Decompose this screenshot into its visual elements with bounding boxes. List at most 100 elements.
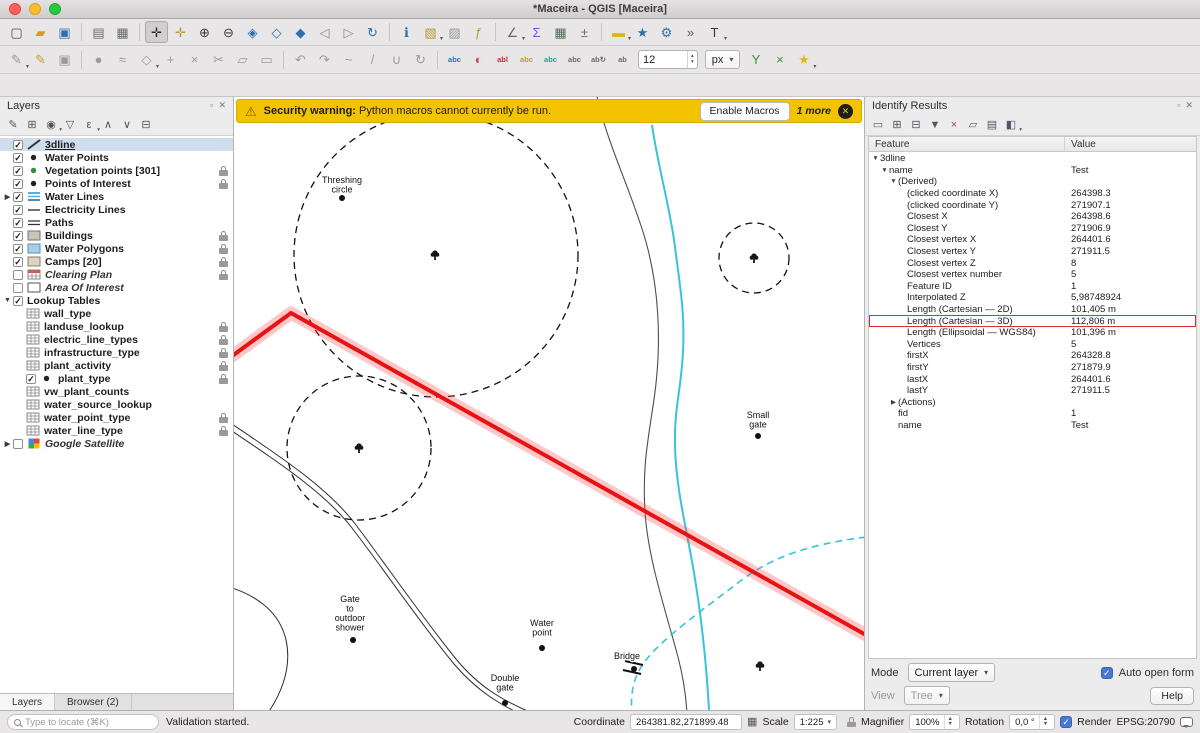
- maximize-window-button[interactable]: [49, 3, 61, 15]
- layer-item-points-of-interest[interactable]: ✓Points of Interest: [0, 177, 233, 190]
- layer-visibility-checkbox[interactable]: ✓: [13, 166, 23, 176]
- add-group-icon[interactable]: ⊞: [23, 116, 41, 134]
- move-label-icon[interactable]: abc: [563, 49, 586, 71]
- layer-item-electric-line-types[interactable]: electric_line_types: [0, 333, 233, 346]
- identify-row[interactable]: lastY271911.5: [869, 385, 1196, 397]
- layer-visibility-checkbox[interactable]: ✓: [13, 192, 23, 202]
- layer-visibility-checkbox[interactable]: [13, 283, 23, 293]
- expand-all-icon[interactable]: ∧: [99, 116, 117, 134]
- label-font-size-spinbox[interactable]: ▴▾: [638, 50, 698, 69]
- delete-selected-icon[interactable]: ×: [183, 49, 206, 71]
- identify-row[interactable]: Closest vertex Y271911.5: [869, 246, 1196, 258]
- select-by-expression-icon[interactable]: ƒ: [467, 21, 490, 43]
- open-layer-styling-icon[interactable]: ✎: [4, 116, 22, 134]
- spin-buttons[interactable]: ▲▼: [944, 715, 954, 729]
- add-line-feature-icon[interactable]: ≈: [111, 49, 134, 71]
- labeling-rules-icon[interactable]: abl: [491, 49, 514, 71]
- layer-visibility-checkbox[interactable]: ✓: [13, 257, 23, 267]
- column-value[interactable]: Value: [1065, 139, 1096, 150]
- paste-features-icon[interactable]: ▭: [255, 49, 278, 71]
- vertex-tool-icon[interactable]: ◇▾: [135, 49, 158, 71]
- statistical-summary-icon[interactable]: Σ: [525, 21, 548, 43]
- enable-tracing-icon[interactable]: Y: [744, 49, 767, 71]
- identify-row[interactable]: ▼3dline: [869, 153, 1196, 165]
- highlight-pinned-labels-icon[interactable]: abc: [539, 49, 562, 71]
- zoom-next-icon[interactable]: ▷: [337, 21, 360, 43]
- expander-icon[interactable]: ▼: [880, 167, 889, 174]
- layer-item-water-line-type[interactable]: water_line_type: [0, 424, 233, 437]
- column-feature[interactable]: Feature: [869, 137, 1065, 151]
- field-calculator-icon[interactable]: ±: [573, 21, 596, 43]
- identify-row[interactable]: lastX264401.6: [869, 373, 1196, 385]
- scale-combo[interactable]: 1:225 ▾: [794, 714, 837, 730]
- crs-indicator[interactable]: EPSG:20790: [1117, 717, 1175, 728]
- locator-search[interactable]: [7, 714, 159, 730]
- rotate-label-icon[interactable]: ab↻: [587, 49, 610, 71]
- layer-diagram-icon[interactable]: ◐: [467, 49, 490, 71]
- cut-features-icon[interactable]: ✂: [207, 49, 230, 71]
- zoom-last-icon[interactable]: ◁: [313, 21, 336, 43]
- label-font-size-input[interactable]: [639, 54, 687, 66]
- identify-row[interactable]: Length (Ellipsoidal — WGS84)101,396 m: [869, 327, 1196, 339]
- render-checkbox[interactable]: ✓: [1060, 716, 1072, 728]
- identify-row[interactable]: Feature ID1: [869, 281, 1196, 293]
- current-edits-icon[interactable]: ✎▾: [5, 49, 28, 71]
- identify-row[interactable]: Closest vertex number5: [869, 269, 1196, 281]
- spin-buttons[interactable]: ▲▼: [1039, 715, 1049, 729]
- layer-visibility-checkbox[interactable]: ✓: [13, 153, 23, 163]
- toggle-editing-icon[interactable]: ✎: [29, 49, 52, 71]
- layer-item-lookup-tables[interactable]: ▼✓Lookup Tables: [0, 294, 233, 307]
- layer-visibility-checkbox[interactable]: ✓: [13, 244, 23, 254]
- expander-icon[interactable]: ▶: [2, 440, 13, 448]
- layer-visibility-checkbox[interactable]: ✓: [13, 296, 23, 306]
- zoom-in-icon[interactable]: ⊕: [193, 21, 216, 43]
- minimize-window-button[interactable]: [29, 3, 41, 15]
- identify-row[interactable]: ▶(Actions): [869, 396, 1196, 408]
- magnifier-spinbox[interactable]: 100% ▲▼: [909, 714, 960, 730]
- text-annotation-icon[interactable]: T▾: [703, 21, 726, 43]
- identify-row[interactable]: Closest Y271906.9: [869, 223, 1196, 235]
- zoom-to-layer-icon[interactable]: ◆: [289, 21, 312, 43]
- layer-visibility-checkbox[interactable]: ✓: [26, 374, 36, 384]
- identify-row[interactable]: Length (Cartesian — 3D)112,806 m: [869, 315, 1196, 327]
- collapse-all-icon[interactable]: ∨: [118, 116, 136, 134]
- spin-buttons[interactable]: ▴▾: [687, 51, 697, 68]
- clear-results-icon[interactable]: ×: [945, 116, 963, 134]
- new-print-layout-icon[interactable]: ▤: [87, 21, 110, 43]
- identify-row[interactable]: fid1: [869, 408, 1196, 420]
- layer-item-plant-activity[interactable]: plant_activity: [0, 359, 233, 372]
- python-console-icon[interactable]: »: [679, 21, 702, 43]
- identify-row[interactable]: Closest X264398.6: [869, 211, 1196, 223]
- layer-item-paths[interactable]: ✓Paths: [0, 216, 233, 229]
- measure-icon[interactable]: ∠▾: [501, 21, 524, 43]
- expander-icon[interactable]: ▼: [2, 297, 13, 304]
- filter-legend-icon[interactable]: ▽: [61, 116, 79, 134]
- view-combo[interactable]: Tree ▾: [904, 686, 950, 705]
- redo-icon[interactable]: ↷: [313, 49, 336, 71]
- tab-browser[interactable]: Browser (2): [55, 694, 132, 710]
- layer-item-electricity-lines[interactable]: ✓Electricity Lines: [0, 203, 233, 216]
- zoom-to-selection-icon[interactable]: ◇: [265, 21, 288, 43]
- layer-item-wall-type[interactable]: wall_type: [0, 307, 233, 320]
- identify-row[interactable]: (clicked coordinate X)264398.3: [869, 188, 1196, 200]
- save-project-icon[interactable]: ▣: [53, 21, 76, 43]
- layer-visibility-checkbox[interactable]: ✓: [13, 179, 23, 189]
- deselect-features-icon[interactable]: ▨: [443, 21, 466, 43]
- identify-row[interactable]: firstX264328.8: [869, 350, 1196, 362]
- copy-feature-icon[interactable]: ▱: [964, 116, 982, 134]
- collapse-tree-icon[interactable]: ⊟: [907, 116, 925, 134]
- help-button[interactable]: Help: [1150, 687, 1194, 705]
- enable-snapping-icon[interactable]: ×: [768, 49, 791, 71]
- float-panel-icon[interactable]: ▫: [210, 100, 213, 111]
- zoom-full-extent-icon[interactable]: ◈: [241, 21, 264, 43]
- open-attribute-table-icon[interactable]: ▦: [549, 21, 572, 43]
- identify-features-icon[interactable]: ℹ: [395, 21, 418, 43]
- identify-row[interactable]: ▼(Derived): [869, 176, 1196, 188]
- float-panel-icon[interactable]: ▫: [1177, 100, 1180, 111]
- manage-map-themes-icon[interactable]: ◉▾: [42, 116, 60, 134]
- more-messages-link[interactable]: 1 more: [797, 105, 831, 117]
- coordinate-input[interactable]: [636, 717, 736, 728]
- layer-item-google-satellite[interactable]: ▶Google Satellite: [0, 437, 233, 450]
- close-panel-icon[interactable]: ✕: [1185, 100, 1193, 111]
- identify-row[interactable]: Length (Cartesian — 2D)101,405 m: [869, 304, 1196, 316]
